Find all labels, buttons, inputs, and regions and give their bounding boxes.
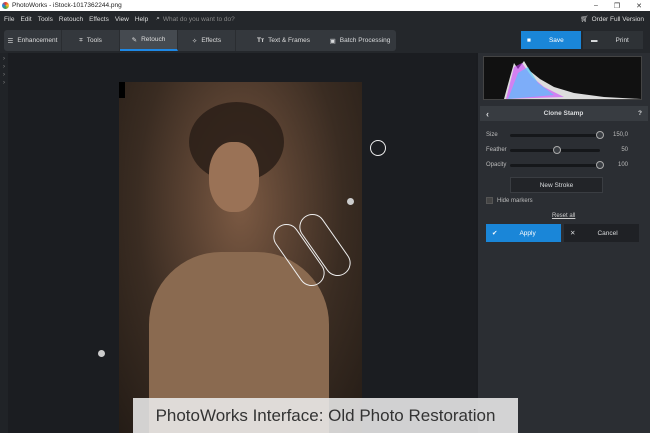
scroll-handle[interactable] xyxy=(98,350,105,357)
print-button[interactable]: ▬ Print xyxy=(583,31,643,49)
slider-label: Opacity xyxy=(486,162,507,168)
title-bar: PhotoWorks - iStock-1017362244.png – ❐ ✕ xyxy=(0,0,650,11)
print-label: Print xyxy=(615,36,629,44)
toolbar: ☰ Enhancement ⌗ Tools ✎ Retouch ✧ Effects Tт… xyxy=(0,27,650,53)
slider-value: 50 xyxy=(621,147,628,153)
back-icon[interactable]: ‹ xyxy=(486,109,489,119)
menu-help[interactable]: Help xyxy=(135,16,148,23)
menu-bar: File Edit Tools Retouch Effects View Hel… xyxy=(0,11,650,27)
hide-markers-label: Hide markers xyxy=(497,197,533,204)
window-title: PhotoWorks - iStock-1017362244.png xyxy=(12,2,122,9)
sliders-icon: ☰ xyxy=(7,37,14,45)
caption: PhotoWorks Interface: Old Photo Restorat… xyxy=(133,398,518,433)
cart-icon: 🛒︎ xyxy=(580,16,589,23)
panel-header: ‹ Clone Stamp ? xyxy=(480,106,648,121)
maximize-button[interactable]: ❐ xyxy=(614,2,620,10)
slider-size[interactable]: Size 150,0 xyxy=(486,130,646,139)
slider-label: Feather xyxy=(486,147,507,153)
close-button[interactable]: ✕ xyxy=(636,2,642,10)
histogram xyxy=(483,56,642,100)
slider-value: 150,0 xyxy=(612,132,628,138)
search-icon: ⌕ xyxy=(156,15,160,22)
tab-tools[interactable]: ⌗ Tools xyxy=(62,30,120,51)
check-icon: ✔ xyxy=(492,230,498,237)
photo-face xyxy=(209,142,259,212)
brush-cursor xyxy=(370,140,386,156)
tab-label: Tools xyxy=(86,37,102,44)
text-icon: Tт xyxy=(256,37,265,44)
slider-label: Size xyxy=(486,132,498,138)
apply-button[interactable]: ✔ Apply xyxy=(486,224,561,242)
tab-label: Enhancement xyxy=(17,37,58,44)
batch-label: Batch Processing xyxy=(339,37,391,44)
scroll-handle[interactable] xyxy=(347,198,354,205)
apply-label: Apply xyxy=(519,229,536,237)
x-icon: ✕ xyxy=(570,230,576,237)
new-stroke-button[interactable]: New Stroke xyxy=(510,177,603,193)
menu-effects[interactable]: Effects xyxy=(89,16,109,23)
tab-text-frames[interactable]: Tт Text & Frames xyxy=(236,30,331,51)
printer-icon: ▬ xyxy=(591,36,598,44)
panel-title: Clone Stamp xyxy=(543,110,584,117)
images-icon: ▣ xyxy=(329,37,336,45)
brush-icon: ✎ xyxy=(131,36,138,44)
slider-track[interactable] xyxy=(510,130,604,139)
checkbox[interactable] xyxy=(486,197,493,204)
cancel-button[interactable]: ✕ Cancel xyxy=(564,224,639,242)
slider-knob[interactable] xyxy=(552,145,561,154)
hide-markers-checkbox[interactable]: Hide markers xyxy=(486,197,533,204)
menu-retouch[interactable]: Retouch xyxy=(59,16,83,23)
save-button[interactable]: ■ Save xyxy=(521,31,581,49)
save-label: Save xyxy=(548,36,564,44)
search-box[interactable]: ⌕ What do you want to do? xyxy=(156,15,235,23)
crop-icon: ⌗ xyxy=(79,36,83,44)
tab-label: Retouch xyxy=(141,36,166,43)
menu-edit[interactable]: Edit xyxy=(20,16,31,23)
menu-file[interactable]: File xyxy=(4,16,14,23)
tab-label: Effects xyxy=(201,37,222,44)
menu-tools[interactable]: Tools xyxy=(38,16,53,23)
cancel-label: Cancel xyxy=(597,229,618,237)
reset-all-link[interactable]: Reset all xyxy=(552,213,575,219)
slider-feather[interactable]: Feather 50 xyxy=(486,145,646,154)
slider-track[interactable] xyxy=(510,145,600,154)
slider-opacity[interactable]: Opacity 100 xyxy=(486,160,646,169)
slider-value: 100 xyxy=(617,162,628,168)
slider-knob[interactable] xyxy=(596,130,604,139)
batch-processing-button[interactable]: ▣ Batch Processing xyxy=(324,30,396,51)
histogram-graph xyxy=(504,61,641,99)
tab-label: Text & Frames xyxy=(268,37,311,44)
slider-knob[interactable] xyxy=(596,160,604,169)
help-icon[interactable]: ? xyxy=(638,110,642,117)
app-logo-icon xyxy=(2,2,9,9)
floppy-icon: ■ xyxy=(527,36,531,44)
tab-enhancement[interactable]: ☰ Enhancement xyxy=(4,30,62,51)
menu-view[interactable]: View xyxy=(115,16,129,23)
minimize-button[interactable]: – xyxy=(594,2,598,10)
order-label: Order Full Version xyxy=(591,15,644,23)
photo-corner xyxy=(119,82,125,98)
tab-effects[interactable]: ✧ Effects xyxy=(178,30,236,51)
tab-retouch[interactable]: ✎ Retouch xyxy=(120,30,178,51)
search-placeholder: What do you want to do? xyxy=(162,15,235,23)
slider-track[interactable] xyxy=(510,160,604,169)
wand-icon: ✧ xyxy=(191,37,198,45)
right-panel: ‹ Clone Stamp ? Size 150,0 Feather 50 Opacit… xyxy=(478,53,650,433)
collapse-strip[interactable]: › › › › xyxy=(0,53,8,433)
order-full-version-link[interactable]: 🛒︎ Order Full Version xyxy=(580,15,644,24)
